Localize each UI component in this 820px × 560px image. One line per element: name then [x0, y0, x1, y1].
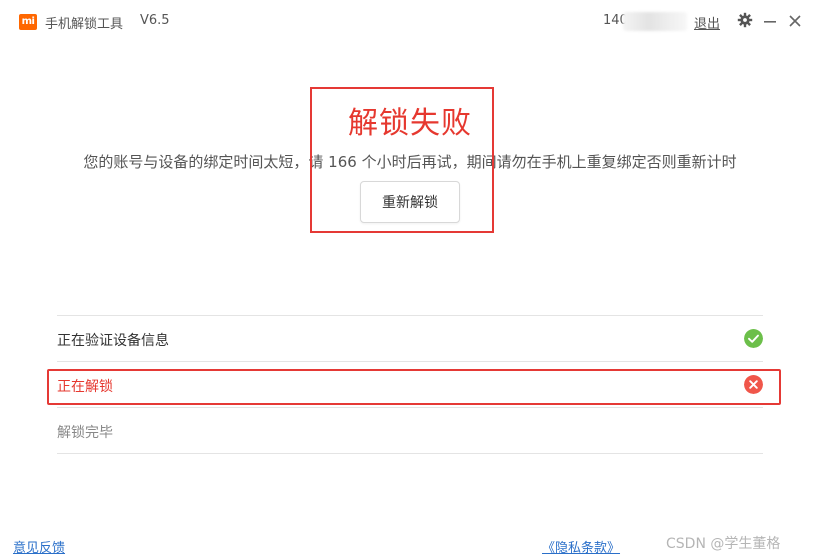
result-title: 解锁失败 [348, 106, 472, 141]
step-complete: 解锁完毕 [57, 407, 763, 454]
feedback-link[interactable]: 意见反馈 [13, 537, 65, 556]
minimize-icon[interactable] [763, 14, 777, 28]
app-title: 手机解锁工具 [45, 17, 124, 32]
watermark: CSDN @学生董格 [666, 536, 781, 552]
app-version: V6.5 [140, 13, 170, 28]
account-id-blur [623, 12, 687, 31]
progress-steps: 正在验证设备信息 正在解锁 解锁完毕 [57, 315, 763, 454]
title-bar: mi 手机解锁工具 V6.5 140 退出 [0, 0, 820, 44]
close-icon[interactable] [788, 14, 802, 28]
step-label: 正在解锁 [57, 379, 113, 395]
logout-link[interactable]: 退出 [694, 13, 720, 32]
step-unlocking: 正在解锁 [57, 361, 763, 407]
step-label: 正在验证设备信息 [57, 333, 169, 349]
retry-unlock-button[interactable]: 重新解锁 [360, 181, 460, 223]
unlock-tool-window: mi 手机解锁工具 V6.5 140 退出 解锁失败 您的账号与设备的绑定时间太… [0, 0, 820, 560]
step-verify-device: 正在验证设备信息 [57, 315, 763, 361]
mi-logo: mi [19, 14, 37, 30]
result-message: 您的账号与设备的绑定时间太短，请 166 个小时后再试，期间请勿在手机上重复绑定… [83, 153, 737, 171]
error-circle-icon [744, 375, 763, 394]
check-circle-icon [744, 329, 763, 348]
step-label: 解锁完毕 [57, 425, 113, 441]
privacy-policy-link[interactable]: 《隐私条款》 [542, 537, 620, 556]
gear-icon[interactable] [737, 12, 753, 28]
